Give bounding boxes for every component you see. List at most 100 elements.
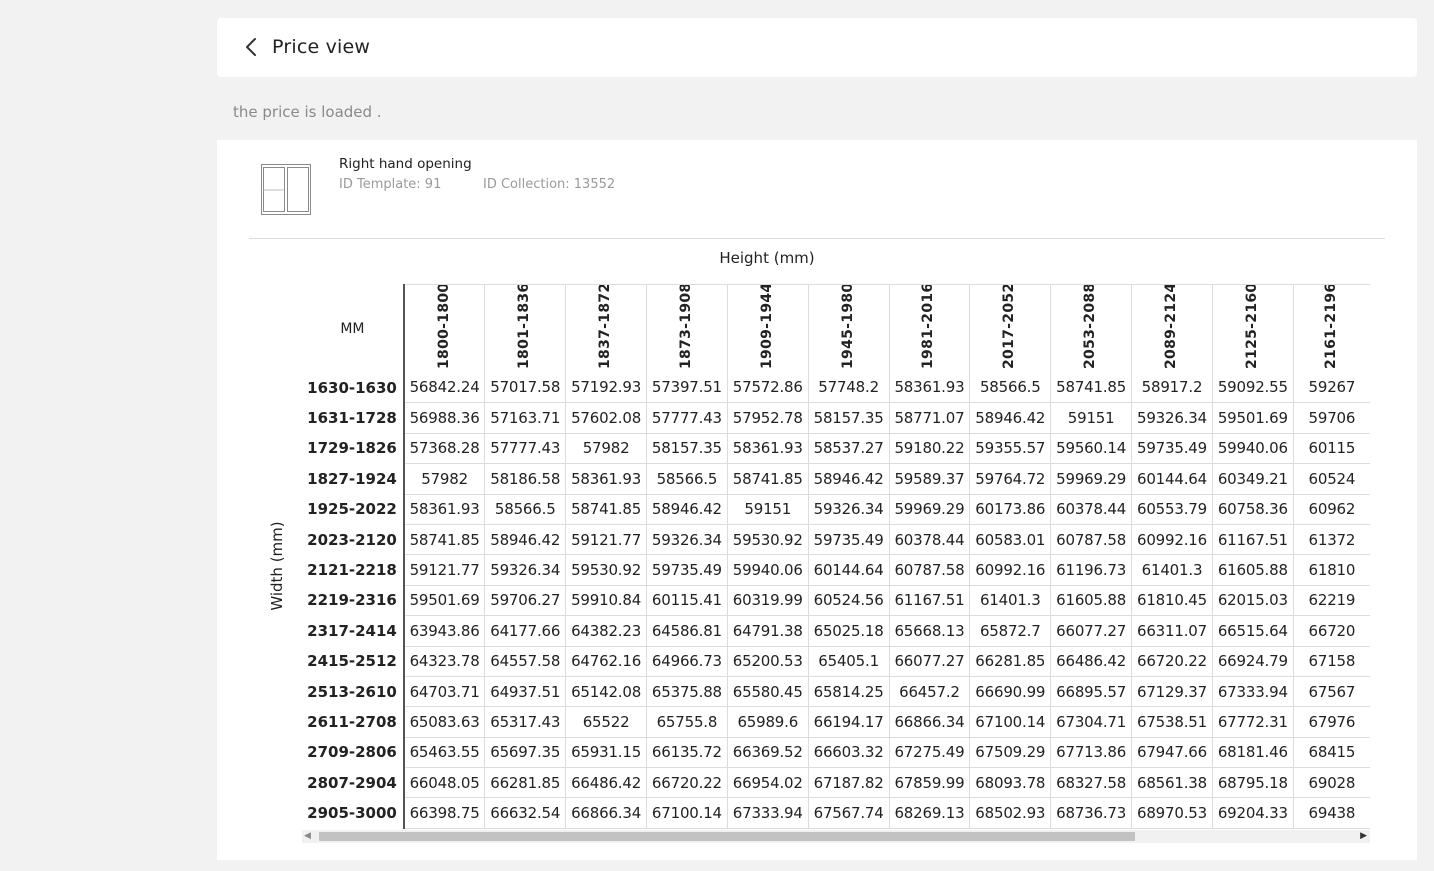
price-cell[interactable]: 60553.79: [1131, 494, 1213, 525]
price-cell[interactable]: 57777.43: [646, 402, 728, 434]
price-cell[interactable]: 66720: [1292, 615, 1370, 647]
price-cell[interactable]: 60758.36: [1211, 494, 1294, 525]
scroll-thumb[interactable]: [319, 832, 1135, 841]
price-cell[interactable]: 66281.85: [484, 767, 566, 799]
chevron-left-icon[interactable]: [240, 35, 264, 59]
price-cell[interactable]: 66486.42: [565, 767, 647, 799]
price-cell[interactable]: 61605.88: [1211, 554, 1294, 586]
price-cell[interactable]: 65200.53: [726, 646, 809, 677]
price-cell[interactable]: 68269.13: [888, 797, 970, 829]
price-cell[interactable]: 58157.35: [807, 402, 890, 434]
price-cell[interactable]: 59326.34: [646, 524, 728, 556]
price-cell[interactable]: 67947.66: [1131, 737, 1213, 769]
price-cell[interactable]: 60992.16: [1131, 524, 1213, 556]
price-cell[interactable]: 60144.64: [807, 554, 890, 586]
price-cell[interactable]: 58537.27: [807, 433, 890, 465]
price-cell[interactable]: 60787.58: [1050, 524, 1132, 556]
price-cell[interactable]: 67567: [1292, 676, 1370, 708]
price-cell[interactable]: 58361.93: [402, 494, 485, 525]
price-cell[interactable]: 59326.34: [807, 494, 890, 525]
price-cell[interactable]: 57572.86: [726, 372, 809, 404]
price-cell[interactable]: 60319.99: [726, 585, 809, 617]
price-cell[interactable]: 64177.66: [484, 615, 566, 647]
price-cell[interactable]: 59940.06: [1211, 433, 1294, 465]
price-cell[interactable]: 59706: [1292, 402, 1370, 434]
price-cell[interactable]: 66515.64: [1211, 615, 1294, 647]
price-cell[interactable]: 65405.1: [807, 646, 890, 677]
price-cell[interactable]: 59735.49: [646, 554, 728, 586]
price-cell[interactable]: 65697.35: [484, 737, 566, 769]
price-cell[interactable]: 68181.46: [1211, 737, 1294, 769]
price-cell[interactable]: 67275.49: [888, 737, 970, 769]
price-cell[interactable]: 57368.28: [402, 433, 485, 465]
price-cell[interactable]: 64762.16: [565, 646, 647, 677]
price-table-viewport[interactable]: MM 1800-1800 1801-1836 1837-1872 1873-1908 1…: [302, 284, 1370, 830]
price-cell[interactable]: 57777.43: [484, 433, 566, 465]
price-cell[interactable]: 65755.8: [646, 706, 728, 738]
price-cell[interactable]: 59326.34: [1131, 402, 1213, 434]
price-cell[interactable]: 65580.45: [726, 676, 809, 708]
price-cell[interactable]: 57982: [402, 463, 485, 495]
price-cell[interactable]: 61605.88: [1050, 585, 1132, 617]
price-cell[interactable]: 68502.93: [969, 797, 1051, 829]
horizontal-scrollbar[interactable]: ◀ ▶: [302, 830, 1370, 843]
price-cell[interactable]: 60378.44: [1050, 494, 1132, 525]
price-cell[interactable]: 59092.55: [1211, 372, 1294, 404]
price-cell[interactable]: 58771.07: [888, 402, 970, 434]
price-cell[interactable]: 64937.51: [484, 676, 566, 708]
price-cell[interactable]: 58566.5: [484, 494, 566, 525]
price-cell[interactable]: 69438: [1292, 797, 1370, 829]
price-cell[interactable]: 64703.71: [402, 676, 485, 708]
price-cell[interactable]: 65872.7: [969, 615, 1051, 647]
price-cell[interactable]: 59151: [1050, 402, 1132, 434]
price-cell[interactable]: 59267: [1292, 372, 1370, 404]
price-cell[interactable]: 60378.44: [888, 524, 970, 556]
price-cell[interactable]: 59355.57: [969, 433, 1051, 465]
price-cell[interactable]: 58946.42: [807, 463, 890, 495]
price-cell[interactable]: 60144.64: [1131, 463, 1213, 495]
price-cell[interactable]: 57397.51: [646, 372, 728, 404]
price-cell[interactable]: 64966.73: [646, 646, 728, 677]
price-cell[interactable]: 59735.49: [807, 524, 890, 556]
price-cell[interactable]: 58186.58: [484, 463, 566, 495]
price-cell[interactable]: 66077.27: [888, 646, 970, 677]
price-cell[interactable]: 65522: [565, 706, 647, 738]
scroll-right-arrow-icon[interactable]: ▶: [1360, 830, 1367, 843]
price-cell[interactable]: 62219: [1292, 585, 1370, 617]
price-cell[interactable]: 67304.71: [1050, 706, 1132, 738]
price-cell[interactable]: 60524.56: [807, 585, 890, 617]
price-cell[interactable]: 64586.81: [646, 615, 728, 647]
price-cell[interactable]: 59121.77: [402, 554, 485, 586]
price-cell[interactable]: 67567.74: [807, 797, 890, 829]
price-cell[interactable]: 61196.73: [1050, 554, 1132, 586]
price-cell[interactable]: 65083.63: [402, 706, 485, 738]
price-cell[interactable]: 59151: [726, 494, 809, 525]
price-cell[interactable]: 67158: [1292, 646, 1370, 677]
price-cell[interactable]: 59764.72: [969, 463, 1051, 495]
price-cell[interactable]: 68327.58: [1050, 767, 1132, 799]
price-cell[interactable]: 61167.51: [888, 585, 970, 617]
price-cell[interactable]: 65814.25: [807, 676, 890, 708]
price-cell[interactable]: 64557.58: [484, 646, 566, 677]
price-cell[interactable]: 61810.45: [1131, 585, 1213, 617]
price-cell[interactable]: 67538.51: [1131, 706, 1213, 738]
price-cell[interactable]: 57017.58: [484, 372, 566, 404]
price-cell[interactable]: 59910.84: [565, 585, 647, 617]
price-cell[interactable]: 65463.55: [402, 737, 485, 769]
price-cell[interactable]: 65668.13: [888, 615, 970, 647]
price-cell[interactable]: 59180.22: [888, 433, 970, 465]
scroll-left-arrow-icon[interactable]: ◀: [304, 830, 311, 843]
price-cell[interactable]: 56842.24: [402, 372, 485, 404]
price-cell[interactable]: 58946.42: [646, 494, 728, 525]
price-cell[interactable]: 60524: [1292, 463, 1370, 495]
price-cell[interactable]: 58741.85: [1050, 372, 1132, 404]
price-cell[interactable]: 66690.99: [969, 676, 1051, 708]
price-cell[interactable]: 66720.22: [1131, 646, 1213, 677]
price-cell[interactable]: 60962: [1292, 494, 1370, 525]
price-cell[interactable]: 61372: [1292, 524, 1370, 556]
price-cell[interactable]: 58361.93: [726, 433, 809, 465]
price-cell[interactable]: 66077.27: [1050, 615, 1132, 647]
price-cell[interactable]: 65931.15: [565, 737, 647, 769]
price-cell[interactable]: 57163.71: [484, 402, 566, 434]
price-cell[interactable]: 68093.78: [969, 767, 1051, 799]
